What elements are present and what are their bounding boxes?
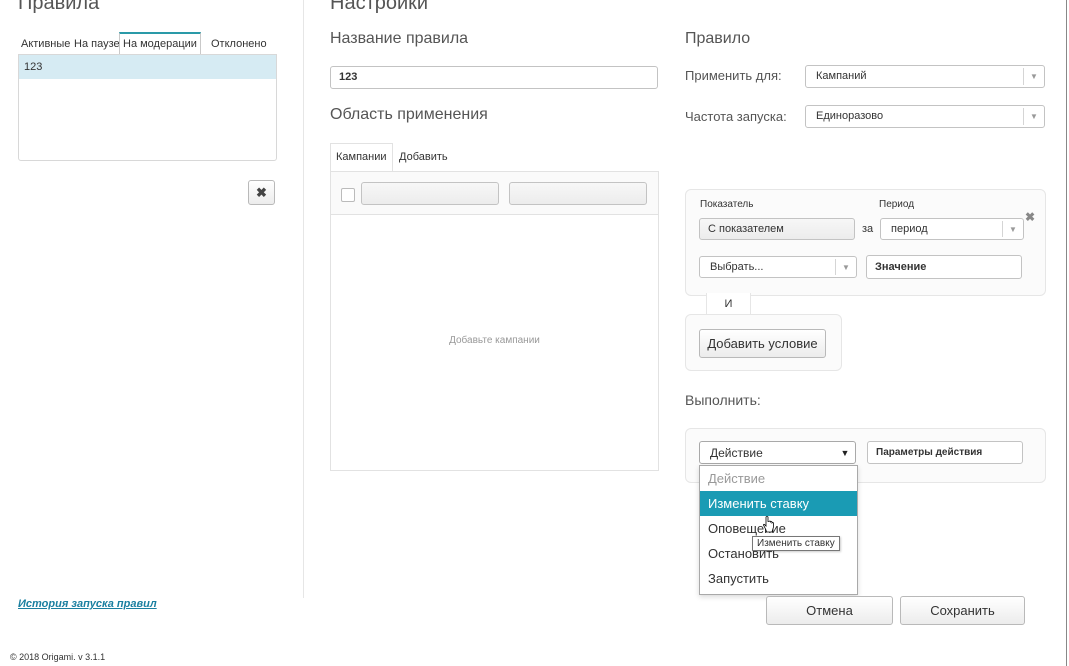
chevron-down-icon: ▼	[1023, 108, 1044, 125]
rules-status-tabs: Активные На паузе На модерации Отклонено	[18, 32, 276, 56]
campaign-filter-input-2[interactable]	[509, 182, 647, 205]
choose-select[interactable]: Выбрать... ▼	[699, 256, 857, 278]
tab-rejected[interactable]: Отклонено	[208, 32, 270, 54]
save-button[interactable]: Сохранить	[900, 596, 1025, 625]
frequency-select[interactable]: Единоразово ▼	[805, 105, 1045, 128]
tab-campaigns[interactable]: Кампании	[330, 143, 393, 172]
cancel-button[interactable]: Отмена	[766, 596, 893, 625]
action-value: Действие	[710, 446, 763, 460]
period-value: период	[891, 223, 928, 235]
apply-for-select[interactable]: Кампаний ▼	[805, 65, 1045, 88]
select-all-checkbox[interactable]	[341, 188, 355, 202]
rule-name-input[interactable]: 123	[330, 66, 658, 89]
tab-paused[interactable]: На паузе	[71, 32, 123, 54]
scope-label: Область применения	[330, 106, 488, 123]
period-select[interactable]: период ▼	[880, 218, 1024, 240]
for-label: за	[862, 223, 874, 235]
tab-add[interactable]: Добавить	[399, 143, 448, 171]
tab-active[interactable]: Активные	[18, 32, 73, 54]
column-divider	[303, 0, 304, 598]
apply-for-value: Кампаний	[816, 70, 867, 82]
settings-title: Настройки	[330, 0, 429, 14]
empty-campaigns-text: Добавьте кампании	[449, 335, 540, 346]
dropdown-option-start[interactable]: Запустить	[700, 566, 857, 591]
condition-panel: Показатель Период ✖ С показателем за пер…	[685, 189, 1046, 296]
frequency-label: Частота запуска:	[685, 109, 787, 124]
delete-rule-button[interactable]: ✖	[248, 180, 275, 205]
chevron-down-icon: ▼	[840, 448, 850, 458]
rules-list: 123	[18, 54, 277, 161]
rule-title: Правило	[685, 30, 751, 47]
hand-cursor-icon	[763, 516, 774, 533]
chevron-down-icon: ▼	[1023, 68, 1044, 85]
campaign-filter-input[interactable]	[361, 182, 499, 205]
action-params-input[interactable]: Параметры действия	[867, 441, 1023, 464]
dropdown-option-change-bid[interactable]: Изменить ставку	[700, 491, 857, 516]
scope-tabs: Кампании Добавить	[330, 143, 658, 172]
period-label: Период	[879, 199, 915, 210]
indicator-input[interactable]: С показателем	[699, 218, 855, 240]
action-dropdown: Действие Изменить ставку Оповещение Оста…	[699, 465, 858, 595]
campaigns-filter-bar	[331, 172, 658, 215]
close-icon: ✖	[256, 185, 267, 200]
choose-value: Выбрать...	[710, 261, 764, 273]
list-item[interactable]: 123	[19, 55, 276, 79]
rule-name-label: Название правила	[330, 30, 469, 47]
tooltip: Изменить ставку	[752, 536, 840, 551]
chevron-down-icon: ▼	[1002, 221, 1023, 237]
value-input[interactable]: Значение	[866, 255, 1022, 279]
execute-label: Выполнить:	[685, 392, 761, 408]
chevron-down-icon: ▼	[835, 259, 856, 275]
add-condition-panel: Добавить условие	[685, 314, 842, 371]
remove-condition-icon[interactable]: ✖	[1025, 210, 1035, 224]
campaigns-panel: Добавьте кампании	[330, 171, 659, 471]
and-connector: И	[706, 293, 751, 316]
dropdown-option[interactable]: Действие	[700, 466, 857, 491]
frequency-value: Единоразово	[816, 110, 884, 122]
indicator-label: Показатель	[700, 199, 754, 210]
history-link[interactable]: История запуска правил	[18, 598, 157, 610]
window-edge	[1066, 0, 1067, 666]
add-condition-button[interactable]: Добавить условие	[699, 329, 826, 358]
apply-for-label: Применить для:	[685, 68, 782, 83]
rules-title: Правила	[18, 0, 100, 14]
tab-moderation[interactable]: На модерации	[119, 32, 201, 56]
action-select[interactable]: Действие ▼	[699, 441, 856, 464]
footer-copyright: © 2018 Origami. v 3.1.1	[10, 652, 106, 662]
